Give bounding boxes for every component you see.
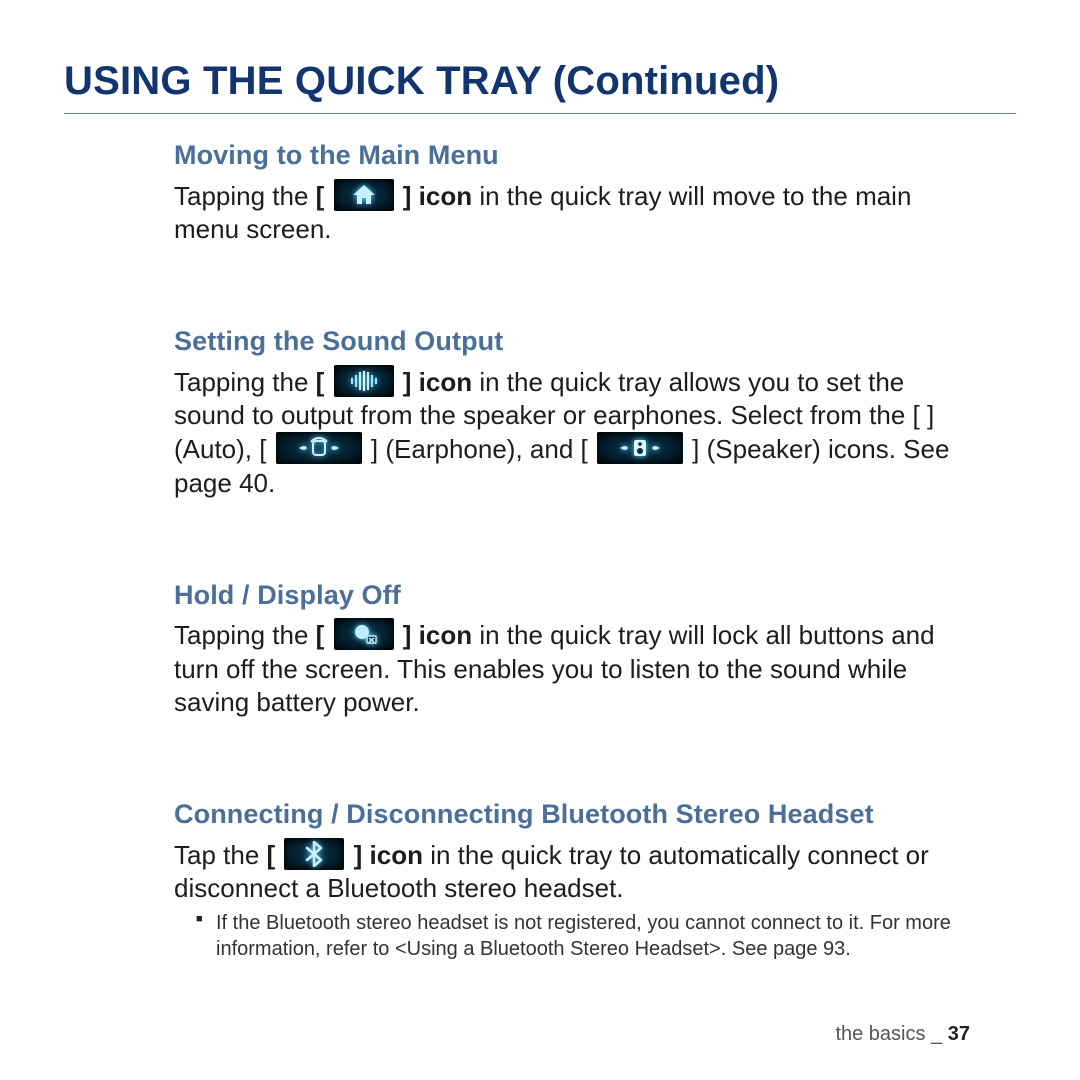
bracket-close: ] icon bbox=[396, 181, 473, 211]
bracket-open: [ bbox=[316, 620, 332, 650]
bracket-open: [ bbox=[316, 181, 332, 211]
page-title: USING THE QUICK TRAY (Continued) bbox=[64, 56, 1016, 107]
section-bluetooth-headset: Connecting / Disconnecting Bluetooth Ste… bbox=[174, 797, 976, 962]
sound-bars-icon bbox=[334, 365, 394, 397]
section-body: Tap the [ ] icon in the quick tray to au… bbox=[174, 838, 976, 906]
bracket-open: [ bbox=[267, 840, 283, 870]
section-sound-output: Setting the Sound Output Tapping the [ ]… bbox=[174, 324, 976, 500]
earphone-icon bbox=[276, 432, 362, 464]
bracket-close: ] icon bbox=[396, 620, 473, 650]
text: Tapping the bbox=[174, 367, 316, 397]
section-heading: Moving to the Main Menu bbox=[174, 138, 976, 173]
footer-section: the basics bbox=[835, 1023, 925, 1045]
content-column: Moving to the Main Menu Tapping the [ ] … bbox=[174, 138, 976, 962]
section-heading: Setting the Sound Output bbox=[174, 324, 976, 359]
footer-page-number: 37 bbox=[948, 1023, 970, 1045]
section-body: Tapping the [ ] icon in the quick tray w… bbox=[174, 618, 976, 719]
text: Tapping the bbox=[174, 181, 316, 211]
text: Tapping the bbox=[174, 620, 316, 650]
section-body: Tapping the [ ] icon in the quick tray a… bbox=[174, 365, 976, 500]
speaker-icon bbox=[597, 432, 683, 464]
footer-separator: _ bbox=[926, 1023, 948, 1045]
section-moving-main-menu: Moving to the Main Menu Tapping the [ ] … bbox=[174, 138, 976, 246]
bracket-open: [ bbox=[316, 367, 332, 397]
section-body: Tapping the [ ] icon in the quick tray w… bbox=[174, 179, 976, 247]
text: Tap the bbox=[174, 840, 267, 870]
section-heading: Connecting / Disconnecting Bluetooth Ste… bbox=[174, 797, 976, 832]
bracket-close: ] icon bbox=[346, 840, 423, 870]
title-divider bbox=[64, 113, 1016, 114]
text: ] (Earphone), and [ bbox=[364, 434, 595, 464]
hold-lock-icon bbox=[334, 618, 394, 650]
bracket-close: ] icon bbox=[396, 367, 473, 397]
page-footer: the basics _ 37 bbox=[835, 1022, 970, 1048]
note-item: If the Bluetooth stereo headset is not r… bbox=[196, 911, 976, 962]
section-heading: Hold / Display Off bbox=[174, 578, 976, 613]
section-hold-display-off: Hold / Display Off Tapping the [ ] icon … bbox=[174, 578, 976, 719]
note-list: If the Bluetooth stereo headset is not r… bbox=[196, 911, 976, 962]
manual-page: USING THE QUICK TRAY (Continued) Moving … bbox=[0, 0, 1080, 1080]
home-icon bbox=[334, 179, 394, 211]
bluetooth-icon bbox=[284, 838, 344, 870]
